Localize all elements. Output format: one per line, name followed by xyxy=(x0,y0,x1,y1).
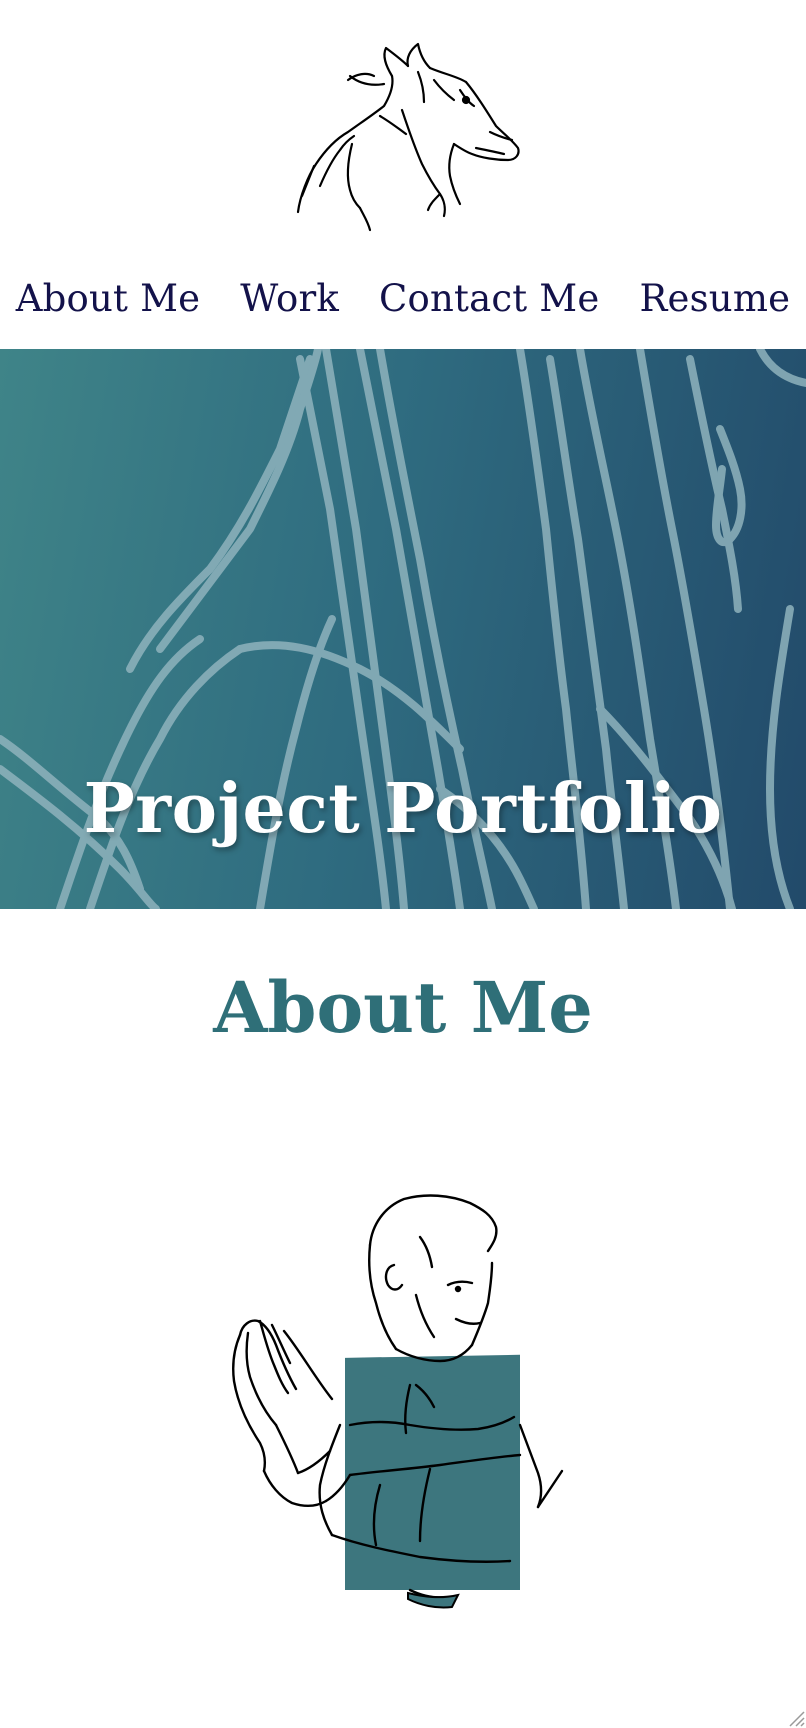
nav-link-contact-me[interactable]: Contact Me xyxy=(379,277,599,320)
hero-banner: Project Portfolio xyxy=(0,349,806,909)
resize-handle-icon[interactable] xyxy=(782,1704,806,1728)
main-nav: About Me Work Contact Me Resume xyxy=(0,268,806,328)
about-me-heading: About Me xyxy=(213,966,593,1049)
hero-title: Project Portfolio xyxy=(83,769,723,849)
about-me-illustration xyxy=(220,1185,590,1625)
nav-link-resume[interactable]: Resume xyxy=(639,277,790,320)
horse-sketch-icon xyxy=(296,42,520,232)
praying-man-sketch-icon xyxy=(232,1194,564,1609)
nav-link-about-me[interactable]: About Me xyxy=(16,277,201,320)
logo[interactable] xyxy=(0,0,806,240)
nav-link-work[interactable]: Work xyxy=(240,277,339,320)
